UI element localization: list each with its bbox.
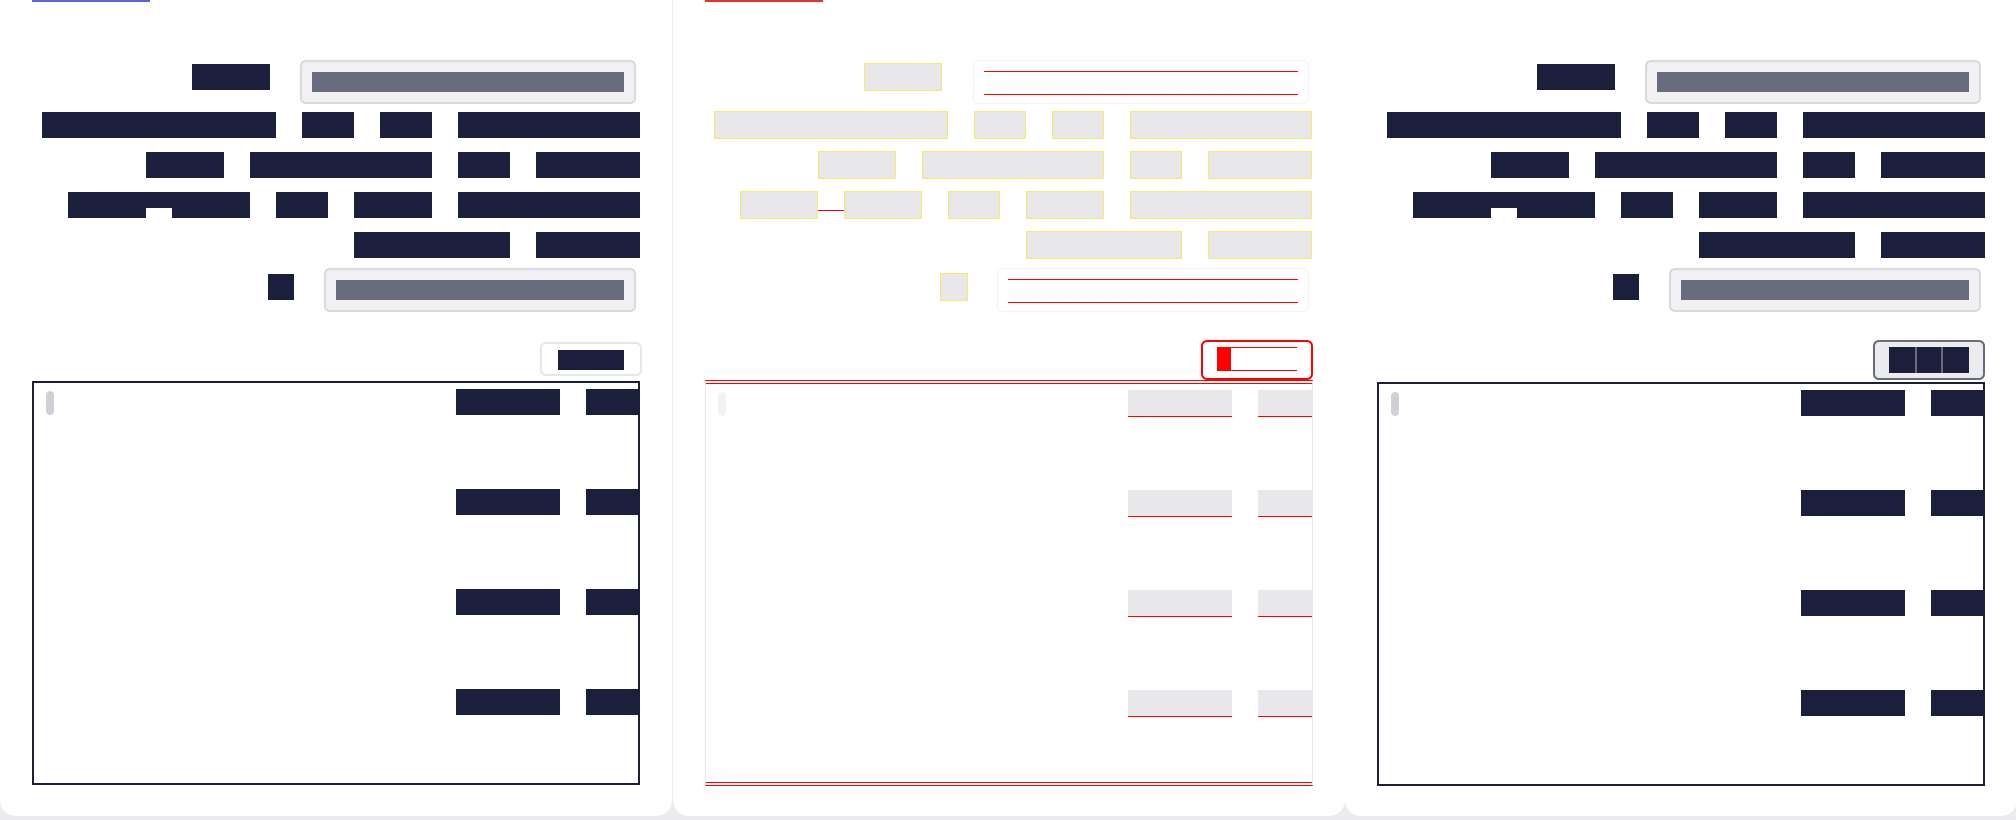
table-cell [456, 589, 560, 615]
run-button[interactable] [1201, 340, 1313, 380]
checkbox[interactable] [1613, 274, 1639, 300]
option-chip[interactable] [1130, 151, 1182, 179]
panel-highlighted [673, 0, 1345, 816]
results-grid [705, 380, 1313, 786]
option-chip[interactable] [146, 152, 224, 178]
option-chip[interactable] [458, 112, 640, 138]
option-chip[interactable] [458, 152, 510, 178]
option-chip[interactable] [250, 152, 432, 178]
option-chip[interactable] [1208, 231, 1312, 259]
option-chip[interactable] [1881, 232, 1985, 258]
table-cell [1258, 690, 1312, 717]
option-chip[interactable] [1881, 152, 1985, 178]
table-cell [1801, 390, 1905, 416]
run-button[interactable] [1873, 340, 1985, 380]
scroll-handle[interactable] [718, 392, 726, 416]
option-chip[interactable] [922, 151, 1104, 179]
option-chip[interactable] [1803, 192, 1985, 218]
option-chip[interactable] [1026, 191, 1104, 219]
panel-rendered [1345, 0, 2016, 816]
option-chip-with-caret[interactable] [1413, 192, 1595, 218]
caret-notch-icon [1491, 208, 1517, 218]
table-cell [456, 389, 560, 415]
option-chip[interactable] [1130, 191, 1312, 219]
option-chip[interactable] [1595, 152, 1777, 178]
table-cell [586, 589, 640, 615]
option-chip[interactable] [1621, 192, 1673, 218]
form-label [192, 64, 270, 90]
option-chip[interactable] [1699, 192, 1777, 218]
results-grid [32, 381, 640, 785]
checkbox[interactable] [268, 274, 294, 300]
option-chip[interactable] [948, 191, 1000, 219]
option-chip[interactable] [714, 111, 948, 139]
table-cell [1128, 390, 1232, 417]
option-chip[interactable] [1699, 232, 1855, 258]
option-chip[interactable] [276, 192, 328, 218]
option-chip[interactable] [1026, 231, 1182, 259]
text-input[interactable] [973, 60, 1309, 104]
table-cell [1258, 590, 1312, 617]
table-cell [1128, 590, 1232, 617]
option-chip[interactable] [1052, 111, 1104, 139]
text-input[interactable] [1669, 268, 1981, 312]
run-button[interactable] [540, 342, 642, 376]
table-cell [456, 489, 560, 515]
table-cell [1801, 690, 1905, 716]
text-input[interactable] [300, 60, 636, 104]
text-input[interactable] [1645, 60, 1981, 104]
option-chip[interactable] [1647, 112, 1699, 138]
table-cell [456, 689, 560, 715]
option-chip[interactable] [1803, 152, 1855, 178]
option-chip[interactable] [1130, 111, 1312, 139]
table-cell [586, 489, 640, 515]
option-chip[interactable] [302, 112, 354, 138]
panel-original [0, 0, 672, 816]
scroll-handle[interactable] [46, 391, 54, 415]
table-cell [1258, 390, 1312, 417]
option-chip-with-caret[interactable] [740, 191, 818, 219]
option-chip[interactable] [354, 232, 510, 258]
tab-indicator[interactable] [32, 0, 150, 2]
table-cell [1801, 490, 1905, 516]
tab-indicator[interactable] [705, 0, 823, 2]
option-chip[interactable] [458, 192, 640, 218]
table-cell [1931, 490, 1985, 516]
option-chip[interactable] [380, 112, 432, 138]
option-chip[interactable] [42, 112, 276, 138]
option-chip[interactable] [1725, 112, 1777, 138]
option-chip[interactable] [1208, 151, 1312, 179]
option-chip[interactable] [844, 191, 922, 219]
option-chip[interactable] [1387, 112, 1621, 138]
checkbox[interactable] [940, 273, 968, 301]
table-cell [1931, 690, 1985, 716]
option-chip[interactable] [1491, 152, 1569, 178]
option-chip[interactable] [536, 232, 640, 258]
three-state-compare-view: { "app": { "title": "", "panels": [ { "l… [0, 0, 2016, 820]
table-cell [1128, 690, 1232, 717]
option-chip[interactable] [1803, 112, 1985, 138]
table-cell [586, 389, 640, 415]
caret-notch-icon [818, 210, 844, 211]
table-cell [1801, 590, 1905, 616]
table-cell [1931, 590, 1985, 616]
results-grid [1377, 382, 1985, 786]
form-label [1537, 64, 1615, 90]
caret-notch-icon [146, 208, 172, 218]
option-chip[interactable] [818, 151, 896, 179]
option-chip[interactable] [354, 192, 432, 218]
option-chip-with-caret[interactable] [68, 192, 250, 218]
text-input[interactable] [997, 268, 1309, 312]
table-cell [1258, 490, 1312, 517]
option-chip[interactable] [536, 152, 640, 178]
form-label [864, 63, 942, 91]
table-cell [1931, 390, 1985, 416]
option-chip[interactable] [974, 111, 1026, 139]
text-input[interactable] [324, 268, 636, 312]
table-cell [586, 689, 640, 715]
scroll-handle[interactable] [1391, 392, 1399, 416]
table-cell [1128, 490, 1232, 517]
